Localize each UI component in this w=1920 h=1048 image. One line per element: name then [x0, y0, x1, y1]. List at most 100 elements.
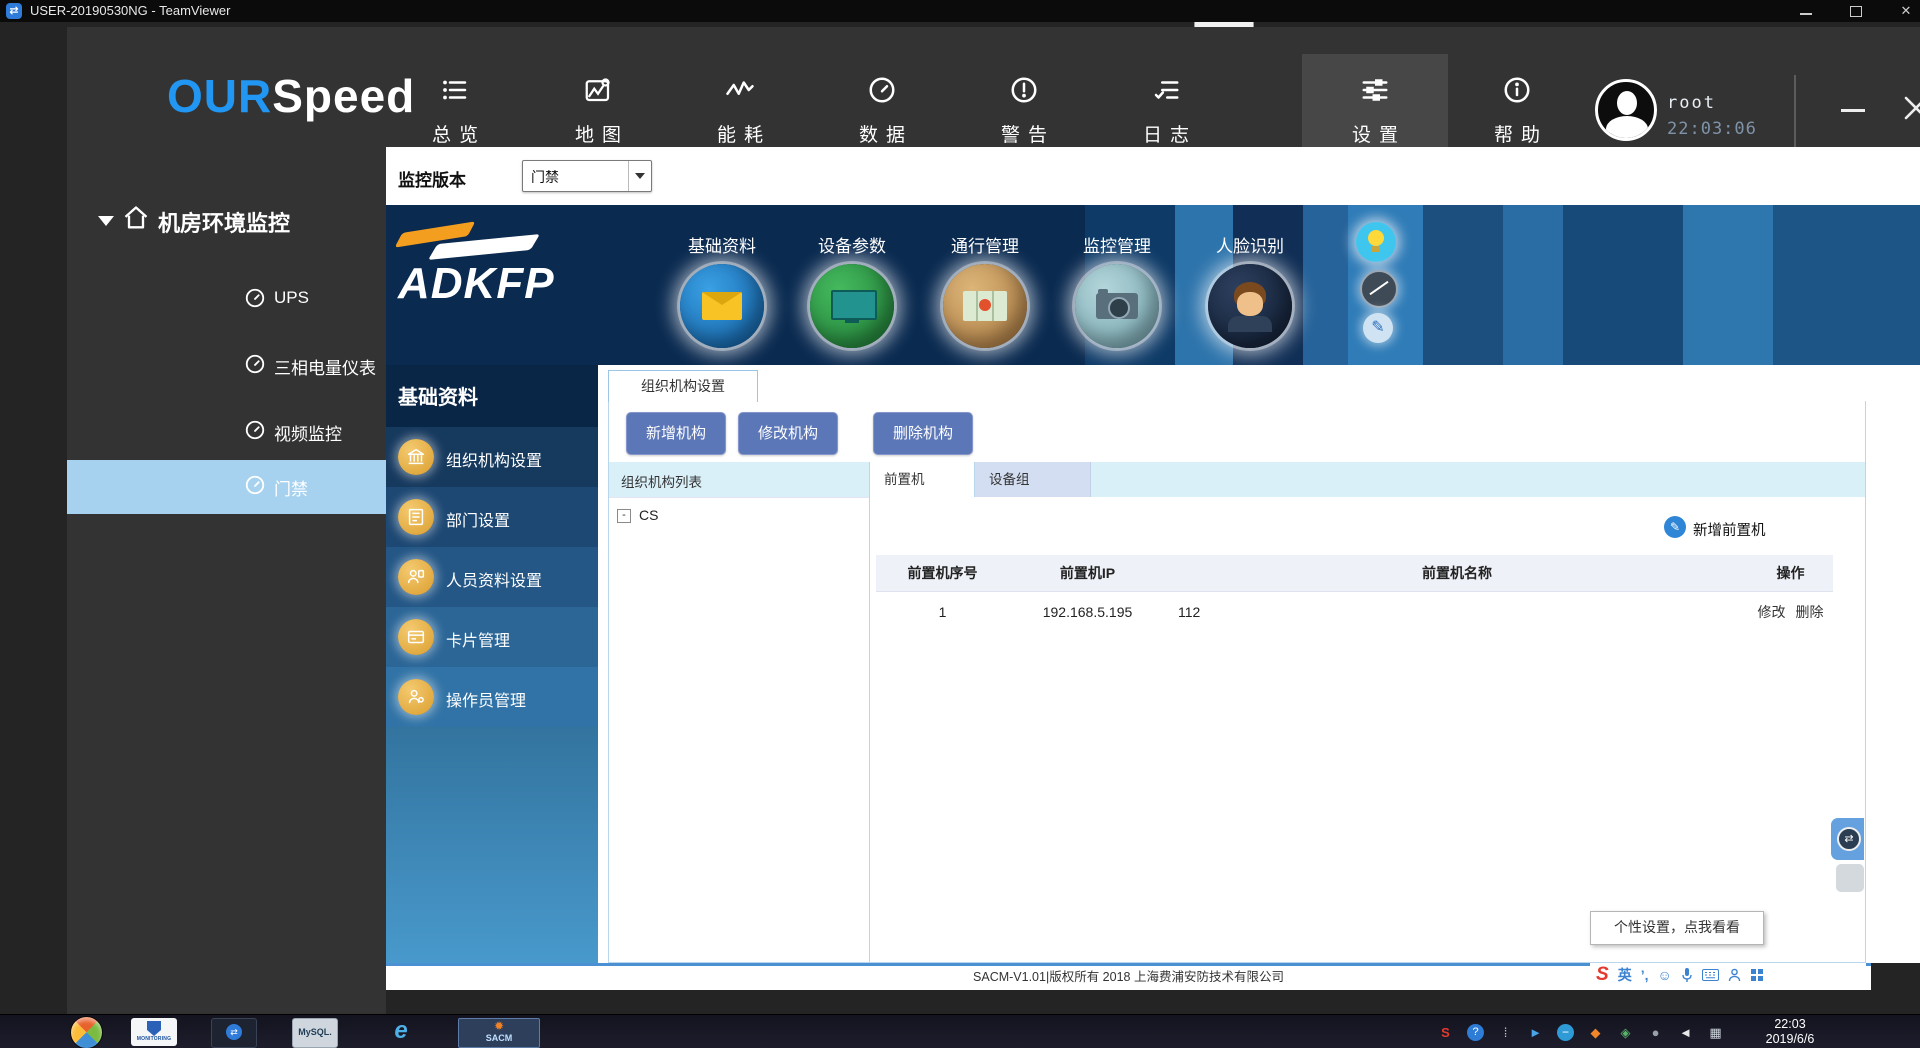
app-minimize-button[interactable]	[1830, 89, 1876, 129]
org-tree-title: 组织机构列表	[621, 471, 702, 491]
module-device-params[interactable]: 设备参数	[792, 232, 912, 348]
tab-device-group[interactable]: 设备组	[975, 462, 1091, 497]
toolbox-grid-icon[interactable]	[1750, 968, 1764, 982]
row-edit-link[interactable]: 修改	[1758, 604, 1786, 620]
module-face-recognition[interactable]: 人脸识别	[1190, 232, 1310, 348]
version-select[interactable]: 门禁	[522, 160, 652, 192]
module-label: 基础资料	[688, 237, 756, 256]
sidebar-group-label: 机房环境监控	[158, 206, 290, 238]
screen: ⇄ USER-20190530NG - TeamViewer ✕ OURSpee…	[0, 0, 1920, 1048]
delete-org-button[interactable]: 删除机构	[873, 412, 973, 455]
tree-expander-icon[interactable]: -	[617, 509, 631, 523]
tray-messenger-icon[interactable]: −	[1557, 1024, 1574, 1041]
sub-item-department[interactable]: 部门设置	[386, 487, 598, 547]
row-delete-link[interactable]: 删除	[1796, 604, 1824, 620]
main-content: 组织机构设置 新增机构 修改机构 删除机构 组织机构列表 - CS 前置机 设备…	[598, 365, 1920, 963]
sub-sidebar: 基础资料 组织机构设置 部门设置 人员资料设置 卡片管理 操作员管理	[386, 365, 598, 963]
nav-label: 能耗	[685, 120, 795, 147]
compass-icon[interactable]	[1360, 270, 1398, 308]
content-panel: 新增机构 修改机构 删除机构 组织机构列表 - CS 前置机 设备组 ✎ 新增前…	[608, 401, 1866, 963]
tray-network-icon[interactable]: ▦	[1707, 1024, 1724, 1041]
sidebar-item-video-monitoring[interactable]: 视频监控	[67, 405, 386, 459]
tray-updater-icon[interactable]: ►	[1527, 1024, 1544, 1041]
select-arrow-box	[628, 161, 651, 191]
alert-icon	[1009, 75, 1039, 105]
edit-org-button[interactable]: 修改机构	[738, 412, 838, 455]
tv-close-button[interactable]: ✕	[1888, 0, 1920, 22]
nav-label: 总览	[400, 120, 510, 147]
brand-logo: ADKFP	[398, 219, 618, 359]
tray-help-icon[interactable]: ?	[1467, 1024, 1484, 1041]
personalize-tooltip[interactable]: 个性设置，点我看看	[1590, 911, 1764, 945]
sub-item-personnel[interactable]: 人员资料设置	[386, 547, 598, 607]
tray-settings-icon[interactable]: ⁞	[1497, 1024, 1514, 1041]
gauge-icon	[867, 75, 897, 105]
taskbar-ie-app[interactable]: e	[380, 1018, 422, 1046]
gauge-icon	[244, 287, 266, 309]
window-title: USER-20190530NG - TeamViewer	[30, 3, 230, 18]
start-button[interactable]	[70, 1016, 103, 1048]
emoji-icon[interactable]: ☺	[1657, 967, 1671, 983]
module-monitoring-management[interactable]: 监控管理	[1057, 232, 1177, 348]
sidebar-item-three-phase-meter[interactable]: 三相电量仪表	[67, 339, 386, 393]
sidebar-item-label: 三相电量仪表	[274, 354, 376, 379]
module-label: 通行管理	[951, 237, 1019, 256]
sub-item-operator-management[interactable]: 操作员管理	[386, 667, 598, 727]
taskbar-monitoring-app[interactable]: MONITORING	[131, 1018, 177, 1046]
pencil-icon[interactable]: ✎	[1363, 313, 1393, 343]
tray-download-icon[interactable]: ◆	[1587, 1024, 1604, 1041]
sidebar-item-access-control[interactable]: 门禁	[67, 460, 386, 514]
ime-punct-toggle[interactable]: ’,	[1641, 967, 1649, 983]
side-dock-tab-secondary[interactable]	[1836, 864, 1864, 892]
session-time-text: 22:03:06	[1667, 119, 1757, 139]
sub-item-card-management[interactable]: 卡片管理	[386, 607, 598, 667]
clock-date: 2019/6/6	[1766, 1032, 1815, 1046]
nav-label: 日志	[1111, 120, 1221, 147]
cell-ip: 192.168.5.195	[1009, 592, 1166, 632]
tab-org-settings[interactable]: 组织机构设置	[608, 370, 758, 402]
sidebar-group[interactable]: 机房环境监控	[67, 204, 386, 244]
tab-front-machine[interactable]: 前置机	[870, 462, 975, 497]
bulb-icon[interactable]	[1356, 222, 1396, 262]
sidebar-item-label: 门禁	[274, 475, 308, 500]
banner-stripe	[1773, 205, 1920, 365]
sub-item-org-settings[interactable]: 组织机构设置	[386, 427, 598, 487]
tray-volume-icon[interactable]: ◄	[1677, 1024, 1694, 1041]
module-basic-data[interactable]: 基础资料	[662, 232, 782, 348]
tray-sogou-icon[interactable]: S	[1437, 1024, 1454, 1041]
module-label: 监控管理	[1083, 237, 1151, 256]
ime-lang-toggle[interactable]: 英	[1618, 965, 1632, 985]
col-header-name: 前置机名称	[1166, 555, 1748, 592]
monitoring-label: MONITORING	[131, 1036, 177, 1042]
sogou-logo-icon[interactable]: S	[1596, 964, 1609, 986]
divider	[1794, 75, 1796, 151]
taskbar-sacm-app[interactable]: ✹ SACM	[458, 1018, 540, 1048]
sidebar-item-ups[interactable]: UPS	[67, 273, 386, 327]
side-dock-tab[interactable]: ⇄	[1831, 818, 1864, 860]
taskbar-mysql-app[interactable]: MySQL.	[292, 1018, 338, 1048]
tray-security-icon[interactable]: ◈	[1617, 1024, 1634, 1041]
panel-splitter[interactable]	[869, 462, 870, 962]
card-icon	[398, 619, 434, 655]
tray-device-icon[interactable]: ●	[1647, 1024, 1664, 1041]
module-access-management[interactable]: 通行管理	[925, 232, 1045, 348]
user-avatar[interactable]	[1595, 79, 1657, 141]
ime-toolbar[interactable]: S 英 ’, ☺	[1590, 963, 1866, 987]
banner-stripe	[1423, 205, 1503, 365]
add-org-button[interactable]: 新增机构	[626, 412, 726, 455]
log-checklist-icon	[1151, 75, 1181, 105]
taskbar-teamviewer-app[interactable]: ⇄	[211, 1018, 257, 1048]
tv-maximize-button[interactable]	[1838, 0, 1874, 22]
taskbar-clock[interactable]: 22:03 2019/6/6	[1748, 1017, 1832, 1047]
brand-text: ADKFP	[398, 259, 555, 309]
sub-item-label: 组织机构设置	[446, 447, 542, 471]
detail-tabs-bar: 前置机 设备组	[870, 462, 1865, 497]
cell-name: 112	[1166, 592, 1748, 632]
triangle-down-icon	[635, 173, 645, 179]
app-close-button[interactable]	[1889, 85, 1920, 131]
keyboard-icon[interactable]	[1702, 969, 1719, 981]
person-icon[interactable]	[1728, 968, 1741, 982]
sidebar-item-label: 视频监控	[274, 420, 342, 445]
mic-icon[interactable]	[1681, 967, 1693, 983]
tv-minimize-button[interactable]	[1788, 0, 1824, 22]
